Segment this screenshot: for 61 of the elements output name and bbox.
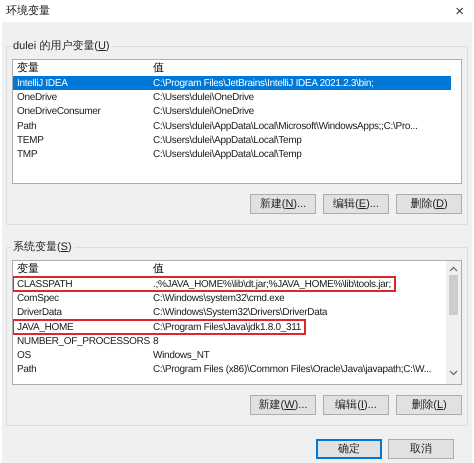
variable-value: C:\Program Files\Java\jdk1.8.0_311	[152, 320, 302, 335]
scrollbar[interactable]	[446, 261, 461, 384]
variable-row[interactable]: IntelliJ IDEA C:\Program Files\JetBrains\IntelliJ IDEA 2021.2.3\bin;	[13, 76, 451, 90]
variable-row[interactable]: DriverData C:\Windows\System32\Drivers\DriverData	[13, 306, 332, 320]
variable-row[interactable]: ComSpec C:\Windows\system32\cmd.exe	[13, 291, 288, 306]
variable-row[interactable]: OneDrive C:\Users\dulei\OneDrive	[13, 90, 258, 105]
variable-name: DriverData	[16, 306, 63, 320]
variable-name: Path	[16, 120, 38, 134]
column-header[interactable]: 变量	[13, 60, 151, 76]
variable-name: CLASSPATH	[16, 278, 74, 292]
column-header[interactable]: 值	[151, 261, 164, 278]
variable-value: C:\Windows\System32\Drivers\DriverData	[152, 306, 328, 320]
variable-row[interactable]: CLASSPATH .;%JAVA_HOME%\lib\dt.jar;%JAVA_HOME%\lib\tools.jar;	[13, 277, 395, 292]
column-header[interactable]: 变量	[13, 261, 151, 278]
variable-name: OneDriveConsumer	[16, 105, 102, 120]
variable-row[interactable]: Path C:\Users\dulei\AppData\Local\Microsoft\WindowsApps;;C:\Pro...	[13, 118, 422, 134]
window-title: 环境变量	[6, 4, 50, 19]
variable-value: C:\Users\dulei\OneDrive	[152, 105, 255, 120]
column-header[interactable]: 值	[151, 60, 164, 76]
variable-row[interactable]: OS Windows_NT	[13, 348, 214, 363]
dialog-button[interactable]: 编辑(I)...	[323, 395, 389, 415]
variable-name: Path	[16, 363, 38, 378]
variable-value: C:\Windows\system32\cmd.exe	[152, 292, 286, 306]
variable-value: C:\Users\dulei\AppData\Local\Temp	[152, 148, 303, 162]
variable-list[interactable]	[12, 260, 462, 385]
variable-row[interactable]: Path C:\Program Files (x86)\Common Files\Oracle\Java\javapath;C:\W...	[13, 362, 436, 378]
variable-name: ComSpec	[16, 292, 60, 306]
dialog-button[interactable]: 确定	[316, 439, 382, 459]
variable-value: 8	[152, 334, 160, 349]
variable-name: JAVA_HOME	[16, 320, 74, 335]
dialog-button[interactable]: 取消	[388, 439, 454, 459]
variable-row[interactable]: NUMBER_OF_PROCESSORS 8	[13, 334, 162, 348]
variable-name: TMP	[16, 148, 38, 162]
variable-value: C:\Program Files (x86)\Common Files\Oracle\Java\javapath;C:\W...	[152, 363, 432, 378]
variable-value: Windows_NT	[152, 349, 210, 364]
variable-row[interactable]: JAVA_HOME C:\Program Files\Java\jdk1.8.0_311	[13, 320, 306, 334]
variable-value: C:\Users\dulei\AppData\Local\Microsoft\WindowsApps;;C:\Pro...	[152, 120, 419, 134]
scrollbar-thumb[interactable]	[449, 275, 458, 315]
variable-row[interactable]: TMP C:\Users\dulei\AppData\Local\Temp	[13, 147, 306, 162]
dialog-button[interactable]: 新建(W)...	[250, 395, 316, 415]
dialog-button[interactable]: 删除(D)	[396, 194, 462, 214]
variable-row[interactable]: OneDriveConsumer C:\Users\dulei\OneDrive	[13, 104, 258, 119]
variable-value: C:\Users\dulei\OneDrive	[152, 90, 255, 105]
variable-name: IntelliJ IDEA	[16, 76, 69, 91]
variable-name: NUMBER_OF_PROCESSORS	[16, 334, 151, 349]
group-label: 系统变量(S)	[11, 240, 74, 254]
close-button[interactable]: ×	[451, 4, 468, 18]
variable-value: C:\Users\dulei\AppData\Local\Temp	[152, 134, 303, 148]
dialog-button[interactable]: 删除(L)	[396, 395, 462, 415]
scroll-up-icon[interactable]	[449, 266, 458, 272]
variable-value: C:\Program Files\JetBrains\IntelliJ IDEA 2021.2.3\bin;	[152, 76, 375, 91]
dialog-button[interactable]: 编辑(E)...	[323, 194, 389, 214]
variable-list[interactable]	[12, 59, 462, 184]
group-label: dulei 的用户变量(U)	[11, 39, 112, 53]
variable-value: .;%JAVA_HOME%\lib\dt.jar;%JAVA_HOME%\lib\tools.jar;	[152, 278, 392, 292]
dialog-button[interactable]: 新建(N)...	[250, 194, 316, 214]
variable-name: OS	[16, 349, 32, 364]
variable-name: TEMP	[16, 134, 45, 148]
variable-row[interactable]: TEMP C:\Users\dulei\AppData\Local\Temp	[13, 133, 306, 148]
variable-name: OneDrive	[16, 90, 58, 105]
scroll-down-icon[interactable]	[449, 370, 458, 376]
